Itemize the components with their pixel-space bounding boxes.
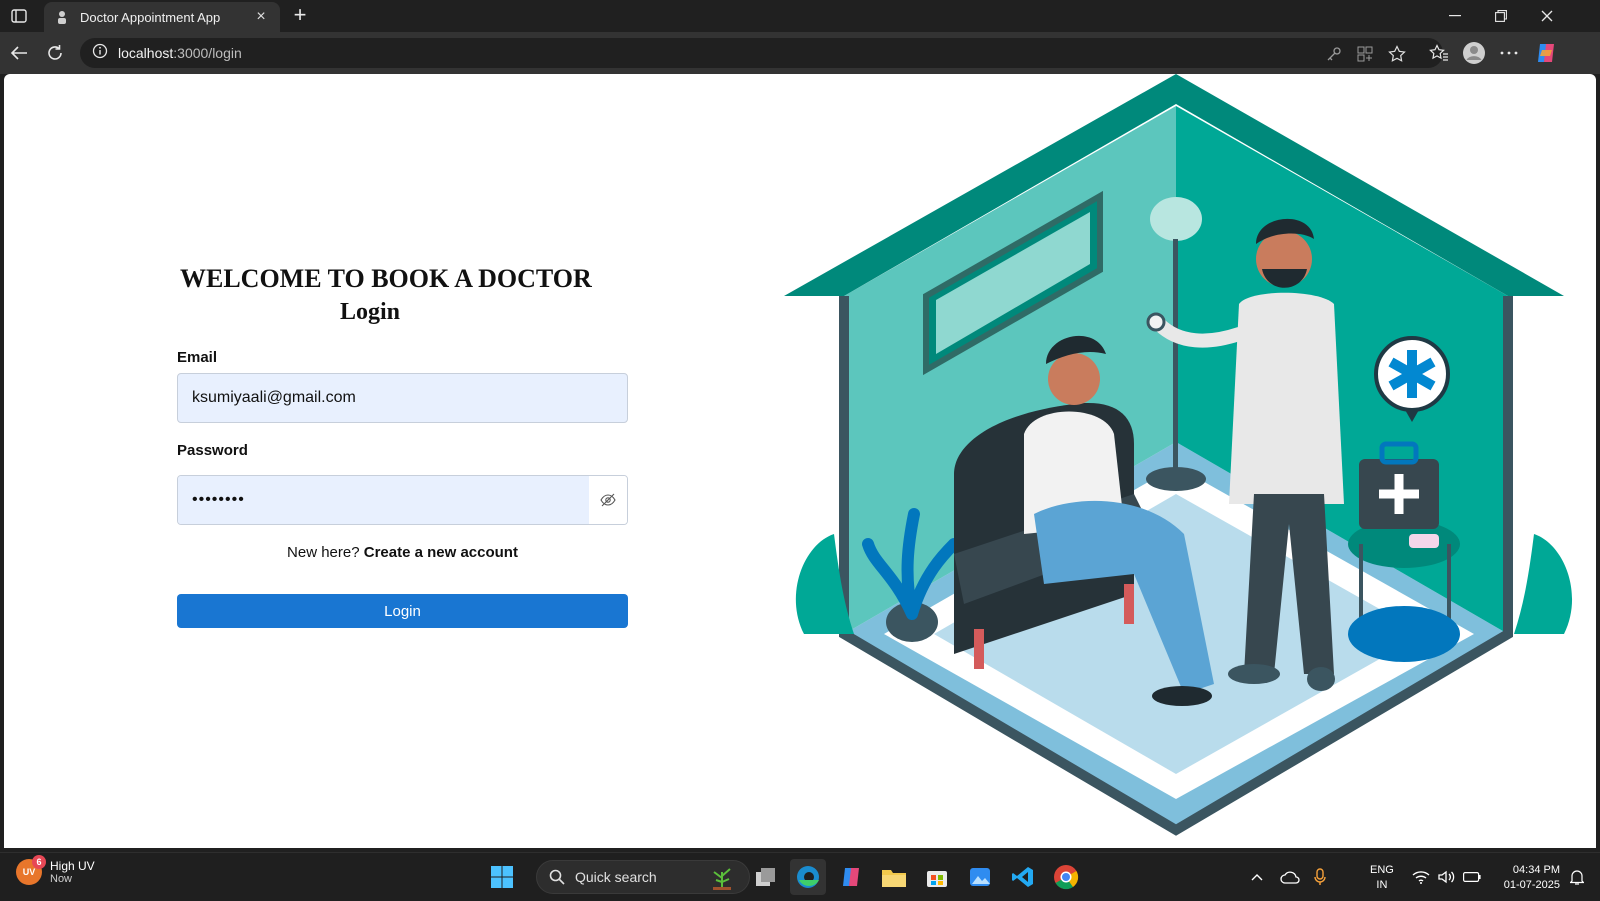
- notification-bell-icon[interactable]: [1566, 853, 1588, 901]
- restore-icon[interactable]: [1478, 0, 1524, 32]
- right-bush: [1514, 534, 1573, 634]
- page-title: WELCOME TO BOOK A DOCTOR: [180, 264, 592, 293]
- taskbar: UV 6 High UV Now Quick search ENG IN 04:…: [0, 852, 1600, 900]
- refresh-icon[interactable]: [42, 40, 68, 66]
- volume-icon[interactable]: [1436, 853, 1458, 901]
- close-tab-icon[interactable]: ×: [252, 8, 270, 26]
- edge-browser-icon[interactable]: [790, 859, 826, 895]
- profile-avatar-icon[interactable]: [1461, 40, 1487, 66]
- windows-start-icon[interactable]: [484, 859, 520, 895]
- minimize-icon[interactable]: [1432, 0, 1478, 32]
- weather-subtitle: Now: [50, 873, 73, 885]
- password-field[interactable]: ••••••••: [178, 476, 589, 524]
- search-placeholder: Quick search: [575, 869, 657, 885]
- password-label: Password: [177, 442, 248, 459]
- weather-widget[interactable]: UV 6 High UV Now: [16, 855, 95, 885]
- doctor-favicon-icon: [54, 9, 70, 25]
- favorite-star-icon[interactable]: [1387, 44, 1407, 64]
- microphone-icon[interactable]: [1310, 853, 1330, 901]
- login-title: Login: [339, 299, 401, 325]
- email-label: Email: [177, 349, 218, 366]
- language-indicator[interactable]: ENG IN: [1370, 863, 1394, 893]
- search-icon: [549, 869, 565, 885]
- password-field-wrapper: ••••••••: [177, 475, 628, 525]
- key-icon[interactable]: [1324, 44, 1344, 64]
- signup-prompt: New here? Create a new account: [177, 544, 628, 561]
- task-view-icon[interactable]: [748, 859, 784, 895]
- back-icon[interactable]: [6, 40, 32, 66]
- weather-title: High UV: [50, 859, 95, 873]
- close-window-icon[interactable]: [1524, 0, 1570, 32]
- site-info-icon[interactable]: [92, 43, 108, 64]
- eye-slash-icon[interactable]: [589, 476, 627, 524]
- show-hidden-icons-chevron-icon[interactable]: [1246, 853, 1268, 901]
- floor-lamp: [1150, 197, 1202, 241]
- new-tab-button[interactable]: +: [288, 4, 312, 28]
- create-account-link[interactable]: Create a new account: [364, 544, 518, 561]
- browser-tab[interactable]: Doctor Appointment App ×: [44, 2, 280, 32]
- signup-prompt-text: New here?: [287, 544, 360, 561]
- email-field[interactable]: ksumiyaali@gmail.com: [177, 373, 628, 423]
- taskbar-search[interactable]: Quick search: [536, 860, 750, 894]
- app-available-icon[interactable]: [1355, 44, 1375, 64]
- page-viewport: WELCOME TO BOOK A DOCTOR Login Email ksu…: [4, 74, 1596, 848]
- search-plant-icon: [713, 868, 731, 890]
- more-options-icon[interactable]: [1496, 40, 1522, 66]
- uv-sun-icon: UV 6: [16, 855, 46, 885]
- doctor-patient-illustration: [784, 74, 1573, 836]
- weather-badge: 6: [32, 855, 46, 869]
- tab-title: Doctor Appointment App: [80, 9, 221, 25]
- wifi-icon[interactable]: [1410, 853, 1432, 901]
- tab-actions-icon[interactable]: [8, 6, 30, 26]
- microsoft-store-icon[interactable]: [919, 859, 955, 895]
- favorites-icon[interactable]: [1426, 40, 1452, 66]
- browser-titlebar: Doctor Appointment App × +: [0, 0, 1600, 32]
- clock[interactable]: 04:34 PM 01-07-2025: [1488, 863, 1560, 893]
- patient-head: [1048, 353, 1100, 405]
- chrome-icon[interactable]: [1048, 859, 1084, 895]
- battery-icon[interactable]: [1460, 853, 1484, 901]
- url-text: localhost:3000/login: [118, 45, 242, 61]
- copilot-app-icon[interactable]: [833, 859, 869, 895]
- login-button[interactable]: Login: [177, 594, 628, 628]
- doctor-coat: [1229, 292, 1344, 504]
- vscode-icon[interactable]: [1005, 859, 1041, 895]
- onedrive-cloud-icon[interactable]: [1277, 853, 1303, 901]
- photos-app-icon[interactable]: [962, 859, 998, 895]
- address-bar[interactable]: localhost:3000/login: [80, 38, 1443, 68]
- browser-navbar: localhost:3000/login: [0, 32, 1600, 74]
- file-explorer-icon[interactable]: [876, 859, 912, 895]
- copilot-icon[interactable]: [1533, 40, 1559, 66]
